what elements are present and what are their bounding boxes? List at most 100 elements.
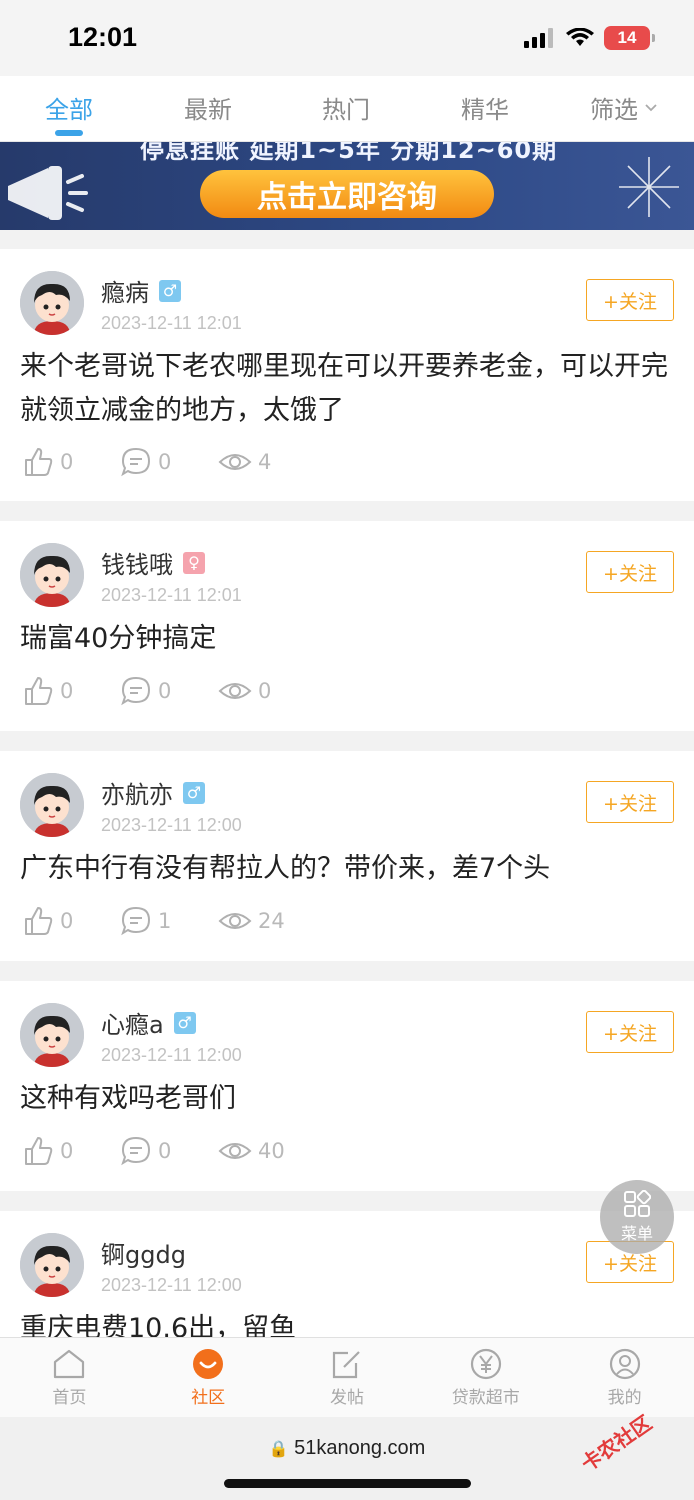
profile-icon	[609, 1348, 640, 1380]
username-text: 瘾病	[101, 279, 149, 307]
nav-compose-label: 发帖	[329, 1388, 364, 1408]
comment-action[interactable]: 0	[120, 675, 218, 707]
username[interactable]: 心瘾a ♂	[101, 1005, 196, 1040]
thumbs-up-icon	[25, 1137, 53, 1165]
username-text: 亦航亦	[101, 781, 173, 809]
comment-count: 0	[158, 1139, 172, 1163]
like-count: 0	[60, 909, 74, 933]
like-action[interactable]: 0	[22, 1135, 120, 1167]
follow-button[interactable]: +关注	[586, 279, 674, 321]
view-count: 4	[258, 450, 272, 474]
comment-action[interactable]: 0	[120, 446, 218, 478]
thumbs-up-icon	[25, 677, 53, 705]
nav-compose[interactable]: 发帖	[278, 1338, 417, 1417]
battery-icon: 14	[604, 26, 655, 50]
comment-count: 1	[158, 909, 172, 933]
status-icons: 14	[524, 26, 655, 50]
nav-home[interactable]: 首页	[0, 1338, 139, 1417]
male-icon: ♂	[183, 781, 205, 804]
avatar[interactable]	[20, 1233, 84, 1297]
view-action: 0	[218, 675, 316, 707]
like-action[interactable]: 0	[22, 446, 120, 478]
nav-loan-market[interactable]: 贷款超市	[416, 1338, 555, 1417]
female-icon: ♀	[183, 551, 205, 574]
post-card[interactable]: 瘾病 ♂ 2023-12-11 12:01 +关注 来个老哥说下老农哪里现在可以…	[0, 249, 694, 501]
post-card[interactable]: 钱钱哦 ♀ 2023-12-11 12:01 +关注 瑞富40分钟搞定 0 0 …	[0, 521, 694, 731]
avatar-cartoon-icon	[20, 1003, 84, 1067]
post-actions: 0 0 0	[22, 675, 316, 707]
floating-menu-label: 菜单	[620, 1224, 653, 1243]
username[interactable]: 瘾病 ♂	[101, 273, 181, 308]
avatar[interactable]	[20, 1003, 84, 1067]
wifi-icon	[566, 28, 594, 46]
nav-profile-label: 我的	[607, 1388, 642, 1408]
username[interactable]: 亦航亦 ♂	[101, 775, 205, 810]
comment-count: 0	[158, 679, 172, 703]
comment-action[interactable]: 1	[120, 905, 218, 937]
username[interactable]: 锕ggdg	[101, 1235, 186, 1270]
tab-featured[interactable]: 精华	[461, 90, 509, 125]
follow-button[interactable]: +关注	[586, 551, 674, 593]
tab-latest[interactable]: 最新	[184, 90, 232, 125]
tab-filter[interactable]: 筛选	[590, 90, 658, 125]
nav-community[interactable]: 社区	[139, 1338, 278, 1417]
ad-banner[interactable]: 停息挂账 延期1~5年 分期12~60期 点击立即咨询	[0, 142, 694, 230]
avatar-cartoon-icon	[20, 1233, 84, 1297]
compose-icon	[332, 1351, 360, 1379]
view-count: 24	[258, 909, 285, 933]
post-time: 2023-12-11 12:00	[101, 1275, 242, 1295]
eye-icon	[218, 913, 252, 929]
avatar-cartoon-icon	[20, 271, 84, 335]
lock-icon: 🔒	[268, 1441, 289, 1458]
like-action[interactable]: 0	[22, 675, 120, 707]
view-action: 24	[218, 905, 316, 937]
tab-filter-label: 筛选	[590, 96, 638, 124]
post-content[interactable]: 重庆电费10.6出，留鱼	[20, 1307, 674, 1341]
username-text: 锕ggdg	[101, 1241, 186, 1269]
post-card[interactable]: 锕ggdg 2023-12-11 12:00 +关注 重庆电费10.6出，留鱼	[0, 1211, 694, 1341]
bottom-nav: 首页 社区 发帖 贷款超市 我的	[0, 1337, 694, 1417]
avatar[interactable]	[20, 773, 84, 837]
home-indicator[interactable]	[224, 1479, 471, 1488]
username-text: 心瘾a	[101, 1011, 164, 1039]
post-card[interactable]: 心瘾a ♂ 2023-12-11 12:00 +关注 这种有戏吗老哥们 0 0 …	[0, 981, 694, 1191]
thumbs-up-icon	[25, 448, 53, 476]
megaphone-icon	[8, 166, 88, 220]
floating-menu-button[interactable]: 菜单	[600, 1180, 674, 1254]
tab-hot[interactable]: 热门	[322, 90, 370, 125]
avatar-cartoon-icon	[20, 543, 84, 607]
view-count: 40	[258, 1139, 285, 1163]
follow-button[interactable]: +关注	[586, 781, 674, 823]
like-action[interactable]: 0	[22, 905, 120, 937]
like-count: 0	[60, 450, 74, 474]
nav-home-label: 首页	[52, 1388, 87, 1408]
comment-icon	[121, 1136, 151, 1166]
post-time: 2023-12-11 12:01	[101, 313, 242, 333]
post-content[interactable]: 广东中行有没有帮拉人的？带价来，差7个头	[20, 847, 674, 891]
yen-icon	[470, 1348, 501, 1380]
comment-count: 0	[158, 450, 172, 474]
firework-icon	[619, 157, 679, 217]
username[interactable]: 钱钱哦 ♀	[101, 545, 205, 580]
chevron-down-icon	[645, 103, 657, 111]
banner-consult-button[interactable]: 点击立即咨询	[200, 170, 494, 218]
post-content[interactable]: 这种有戏吗老哥们	[20, 1077, 674, 1121]
url-value: 51kanong.com	[294, 1437, 426, 1459]
post-card[interactable]: 亦航亦 ♂ 2023-12-11 12:00 +关注 广东中行有没有帮拉人的？带…	[0, 751, 694, 961]
tab-all[interactable]: 全部	[45, 90, 93, 125]
post-content[interactable]: 瑞富40分钟搞定	[20, 617, 674, 661]
comment-action[interactable]: 0	[120, 1135, 218, 1167]
username-text: 钱钱哦	[101, 551, 173, 579]
view-action: 4	[218, 446, 316, 478]
follow-button[interactable]: +关注	[586, 1011, 674, 1053]
eye-icon	[218, 683, 252, 699]
comment-icon	[121, 906, 151, 936]
signal-icon	[524, 28, 553, 48]
comment-icon	[121, 447, 151, 477]
eye-icon	[218, 454, 252, 470]
community-icon	[193, 1349, 224, 1379]
avatar[interactable]	[20, 271, 84, 335]
post-actions: 0 1 24	[22, 905, 316, 937]
avatar[interactable]	[20, 543, 84, 607]
post-content[interactable]: 来个老哥说下老农哪里现在可以开要养老金，可以开完就领立减金的地方，太饿了	[20, 345, 674, 433]
